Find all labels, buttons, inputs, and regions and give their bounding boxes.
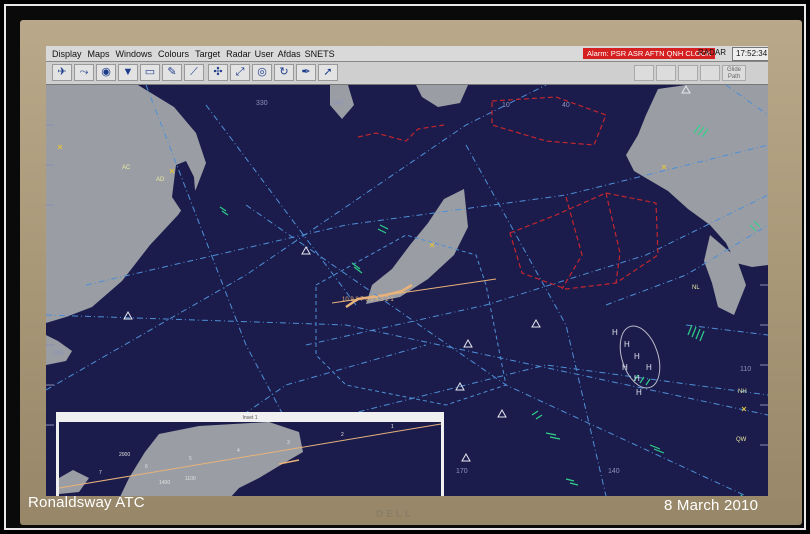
bearing-label-40: 40 xyxy=(562,102,570,109)
alarm-indicator[interactable]: Alarm: PSR ASR AFTN QNH CLOCK xyxy=(583,48,716,59)
svg-text:H: H xyxy=(624,340,630,349)
glide-path-button[interactable]: Glide Path xyxy=(722,65,746,81)
bearing-label-330: 330 xyxy=(256,100,268,107)
menu-afdas[interactable]: Afdas xyxy=(278,49,301,59)
label-icon[interactable]: ▭ xyxy=(140,64,160,81)
vector-icon[interactable]: ✣ xyxy=(208,64,228,81)
toolbar-right-button-2[interactable] xyxy=(656,65,676,81)
clock-display: 17:52:34 xyxy=(732,47,768,61)
inset-map: 2000 1400 1100 7 6 5 4 3 2 1 xyxy=(59,422,441,496)
inset-label-1: 1 xyxy=(391,424,394,430)
menu-colours[interactable]: Colours xyxy=(158,49,189,59)
svg-text:H: H xyxy=(634,352,640,361)
toolbar-right-button-1[interactable] xyxy=(634,65,654,81)
menu-windows[interactable]: Windows xyxy=(116,49,153,59)
svg-text:H: H xyxy=(622,363,628,372)
inset-label-3: 3 xyxy=(287,440,290,446)
brush-icon[interactable]: ✎ xyxy=(162,64,182,81)
point-label-ad: AD xyxy=(156,177,165,183)
track-numbers: 10 9 8 7 6 5 4 3 2 1 xyxy=(342,297,394,303)
svg-text:H: H xyxy=(634,374,640,383)
inset-title: Inset 1 xyxy=(59,415,441,422)
toolbar: ✈ ⤳ ◉ ▼ ▭ ✎ ⟋ ✣ ⤢ ◎ ↻ ✒ ➚ Glide Path xyxy=(46,62,768,85)
toolbar-right-button-4[interactable] xyxy=(700,65,720,81)
pen-icon[interactable]: ✒ xyxy=(296,64,316,81)
track-icon[interactable]: ➚ xyxy=(318,64,338,81)
toolbar-right-button-3[interactable] xyxy=(678,65,698,81)
inset-label-4: 4 xyxy=(237,448,240,454)
point-label-nl: NL xyxy=(692,285,700,291)
photo-frame: Display Maps Windows Colours Target Rada… xyxy=(4,4,806,530)
bearing-label-10: 10 xyxy=(502,102,510,109)
bearing-label-140: 140 xyxy=(608,468,620,475)
route-icon[interactable]: ⤳ xyxy=(74,64,94,81)
inset-label-1400: 1400 xyxy=(159,480,170,486)
caption-right: 8 March 2010 xyxy=(664,497,759,514)
refresh-icon[interactable]: ↻ xyxy=(274,64,294,81)
svg-text:H: H xyxy=(646,363,652,372)
bearing-label-110: 110 xyxy=(740,366,751,373)
bearing-label-340: 340 xyxy=(332,100,344,107)
filter-icon[interactable]: ▼ xyxy=(118,64,138,81)
point-label-nh: NH xyxy=(738,389,747,395)
eye-icon[interactable]: ◉ xyxy=(96,64,116,81)
menu-user[interactable]: User xyxy=(255,49,274,59)
inset-label-7: 7 xyxy=(99,470,102,476)
radar-screen: Display Maps Windows Colours Target Rada… xyxy=(46,46,768,496)
inset-window[interactable]: Inset 1 2000 1400 1100 7 6 5 4 3 2 1 xyxy=(56,412,444,496)
menu-display[interactable]: Display xyxy=(52,49,82,59)
menu-snets[interactable]: SNETS xyxy=(305,49,335,59)
point-label-ac: AC xyxy=(122,165,131,171)
bearing-label-260: 260 xyxy=(52,350,64,357)
aircraft-icon[interactable]: ✈ xyxy=(52,64,72,81)
menu-bar: Display Maps Windows Colours Target Rada… xyxy=(46,46,768,62)
menu-radar[interactable]: Radar xyxy=(226,49,251,59)
measure-icon[interactable]: ⟋ xyxy=(184,64,204,81)
caption-left: Ronaldsway ATC xyxy=(28,494,145,511)
menu-target[interactable]: Target xyxy=(195,49,220,59)
radar-mode-label: RADAR xyxy=(698,48,727,57)
inset-label-2: 2 xyxy=(341,432,344,438)
point-label-qw: QW xyxy=(736,437,747,443)
inset-label-2000: 2000 xyxy=(119,452,130,458)
zoom-icon[interactable]: ⤢ xyxy=(230,64,250,81)
inset-label-5: 5 xyxy=(189,456,192,462)
monitor-brand: DELL xyxy=(376,509,415,520)
menu-maps[interactable]: Maps xyxy=(88,49,110,59)
svg-text:H: H xyxy=(636,388,642,397)
inset-label-1100: 1100 xyxy=(185,476,196,482)
svg-text:H: H xyxy=(612,328,618,337)
range-rings-icon[interactable]: ◎ xyxy=(252,64,272,81)
bearing-label-170: 170 xyxy=(456,468,468,475)
inset-label-6: 6 xyxy=(145,464,148,470)
